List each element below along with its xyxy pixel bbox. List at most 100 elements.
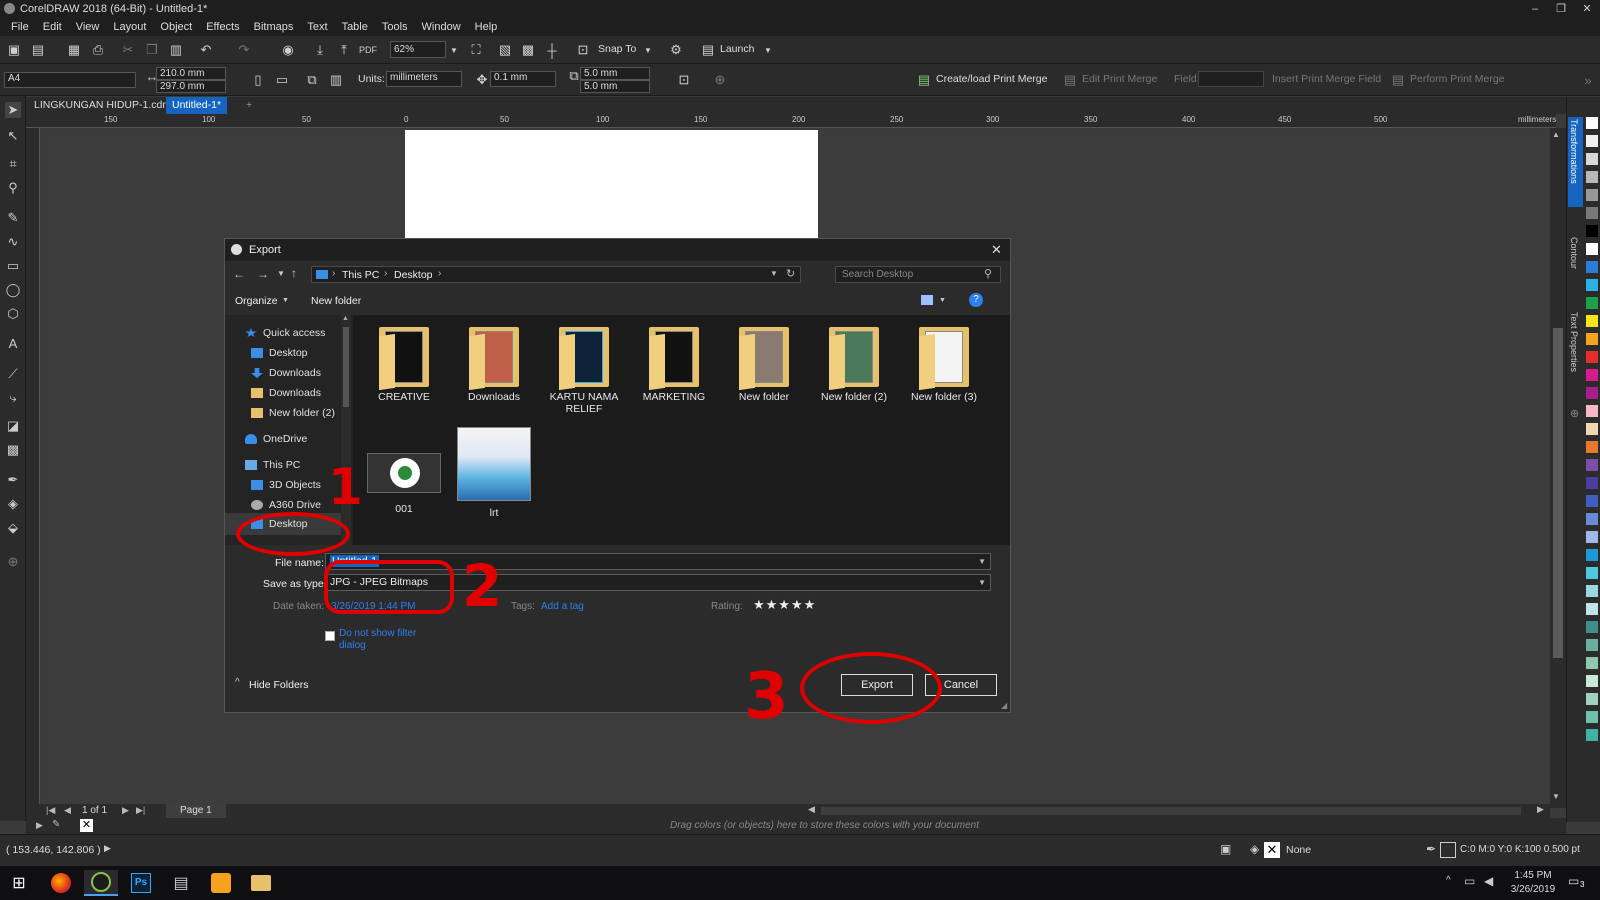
docker-tab-contour[interactable]: Contour — [1569, 237, 1579, 269]
palette-swatch[interactable] — [1586, 387, 1598, 399]
page-tab[interactable]: Page 1 — [166, 804, 226, 818]
ellipse-tool-icon[interactable]: ◯ — [5, 282, 21, 298]
scroll-up-icon[interactable]: ▲ — [1552, 130, 1560, 139]
palette-swatch[interactable] — [1586, 711, 1598, 723]
redo-icon[interactable]: ↷ — [236, 42, 252, 58]
shape-tool-icon[interactable]: ↖ — [5, 128, 21, 144]
crop-tool-icon[interactable]: ⌗ — [5, 156, 21, 172]
palette-swatch[interactable] — [1586, 675, 1598, 687]
current-page-icon[interactable]: ▥ — [328, 72, 344, 88]
overflow-chevron-icon[interactable]: » — [1580, 72, 1596, 88]
create-print-merge-button[interactable]: Create/load Print Merge — [936, 73, 1047, 85]
add-docker-icon[interactable]: ⊕ — [1570, 407, 1579, 420]
chevron-up-icon[interactable]: ^ — [235, 677, 240, 688]
status-expand-icon[interactable]: ▶ — [104, 843, 111, 854]
palette-swatch[interactable] — [1586, 693, 1598, 705]
recent-locations-icon[interactable]: ▼ — [277, 269, 285, 278]
notifications-icon[interactable]: ▭ — [1568, 874, 1579, 888]
palette-swatch[interactable] — [1586, 621, 1598, 633]
clock-time[interactable]: 1:45 PM — [1508, 870, 1558, 881]
first-page-icon[interactable]: |◀ — [46, 805, 55, 816]
interactive-fill-icon[interactable]: ◈ — [5, 496, 21, 512]
maximize-button[interactable]: ❐ — [1548, 0, 1574, 17]
palette-swatch[interactable] — [1586, 153, 1598, 165]
launch-icon[interactable]: ▤ — [700, 42, 716, 58]
palette-swatch[interactable] — [1586, 549, 1598, 561]
palette-swatch[interactable] — [1586, 405, 1598, 417]
close-button[interactable]: ✕ — [1574, 0, 1600, 17]
folder-item-kartu-nama-relief[interactable]: KARTU NAMA RELIEF — [543, 325, 625, 415]
palette-swatch[interactable] — [1586, 135, 1598, 147]
clock-date[interactable]: 3/26/2019 — [1508, 884, 1558, 895]
treat-as-filled-icon[interactable]: ⊡ — [676, 72, 692, 88]
nav-new-folder-2[interactable]: New folder (2) — [251, 407, 335, 419]
palette-swatch[interactable] — [1586, 261, 1598, 273]
palette-swatch[interactable] — [1586, 459, 1598, 471]
illustrator-app-icon[interactable] — [204, 870, 238, 896]
folder-item-creative[interactable]: CREATIVE — [363, 325, 445, 403]
search-icon[interactable]: ⚲ — [984, 267, 992, 280]
nav-onedrive[interactable]: OneDrive — [245, 433, 307, 445]
nav-3d-objects[interactable]: 3D Objects — [251, 479, 321, 491]
eyedropper-icon[interactable]: ✒ — [5, 472, 21, 488]
guidelines-icon[interactable]: ┼ — [544, 42, 560, 58]
snap-to-button[interactable]: Snap To — [598, 43, 636, 55]
fill-none-swatch[interactable]: ✕ — [1264, 842, 1280, 858]
windows-start-icon[interactable]: ⊞ — [2, 870, 36, 896]
menu-effects[interactable]: Effects — [199, 21, 246, 33]
folder-item-new-folder[interactable]: New folder — [723, 325, 805, 403]
polygon-tool-icon[interactable]: ⬡ — [5, 306, 21, 322]
nudge-distance-field[interactable]: 0.1 mm — [490, 71, 556, 87]
nav-scroll-thumb[interactable] — [343, 327, 349, 407]
nav-downloads-folder[interactable]: Downloads — [251, 387, 321, 399]
palette-swatch[interactable] — [1586, 351, 1598, 363]
palette-swatch[interactable] — [1586, 279, 1598, 291]
firefox-icon[interactable] — [44, 870, 78, 896]
snap-icon[interactable]: ⊡ — [575, 42, 591, 58]
refresh-icon[interactable]: ↻ — [786, 267, 795, 280]
palette-swatch[interactable] — [1586, 729, 1598, 741]
zoom-dropdown-icon[interactable]: ▼ — [446, 42, 462, 58]
edit-print-merge-button[interactable]: Edit Print Merge — [1082, 73, 1157, 85]
palette-swatch[interactable] — [1586, 225, 1598, 237]
vertical-scroll-thumb[interactable] — [1553, 328, 1563, 658]
zoom-tool-icon[interactable]: ⚲ — [5, 180, 21, 196]
palette-swatch[interactable] — [1586, 369, 1598, 381]
menu-bitmaps[interactable]: Bitmaps — [247, 21, 301, 33]
color-proof-icon[interactable]: ▣ — [1220, 842, 1231, 856]
menu-object[interactable]: Object — [153, 21, 199, 33]
launch-dropdown-icon[interactable]: ▼ — [760, 42, 776, 58]
drop-shadow-icon[interactable]: ◪ — [5, 418, 21, 434]
breadcrumb-this-pc[interactable]: This PC — [342, 269, 379, 281]
full-screen-icon[interactable]: ⛶ — [468, 42, 484, 58]
nav-quick-access[interactable]: Quick access — [245, 327, 325, 339]
photoshop-icon[interactable]: Ps — [124, 870, 158, 896]
cut-icon[interactable]: ✂ — [120, 42, 136, 58]
folder-item-downloads[interactable]: Downloads — [453, 325, 535, 403]
folder-item-new-folder-2[interactable]: New folder (2) — [813, 325, 895, 403]
page-height-field[interactable]: 297.0 mm — [156, 80, 226, 93]
save-type-dropdown-icon[interactable]: ▼ — [978, 575, 986, 590]
last-page-icon[interactable]: ▶| — [136, 805, 145, 816]
tray-chevron-icon[interactable]: ^ — [1446, 875, 1451, 886]
minimize-button[interactable]: – — [1522, 0, 1548, 17]
no-filter-label[interactable]: Do not show filter dialog — [339, 628, 429, 652]
menu-window[interactable]: Window — [415, 21, 468, 33]
address-dropdown-icon[interactable]: ▼ — [770, 269, 778, 278]
image-item-001[interactable]: 001 — [363, 435, 445, 515]
duplicate-x-field[interactable]: 5.0 mm — [580, 67, 650, 80]
palette-swatch[interactable] — [1586, 477, 1598, 489]
menu-file[interactable]: File — [4, 21, 36, 33]
parallel-dimension-icon[interactable]: ⟋ — [5, 366, 21, 382]
palette-swatch[interactable] — [1586, 639, 1598, 651]
palette-swatch[interactable] — [1586, 513, 1598, 525]
palette-swatch[interactable] — [1586, 189, 1598, 201]
network-icon[interactable]: ▭ — [1464, 874, 1475, 888]
smart-fill-icon[interactable]: ⬙ — [5, 520, 21, 536]
menu-view[interactable]: View — [69, 21, 107, 33]
snap-dropdown-icon[interactable]: ▼ — [640, 42, 656, 58]
resize-grip-icon[interactable]: ◢ — [1001, 701, 1007, 710]
back-arrow-icon[interactable]: ← — [233, 267, 245, 281]
scroll-left-icon[interactable]: ◀ — [808, 804, 815, 815]
text-tool-icon[interactable]: A — [5, 336, 21, 352]
